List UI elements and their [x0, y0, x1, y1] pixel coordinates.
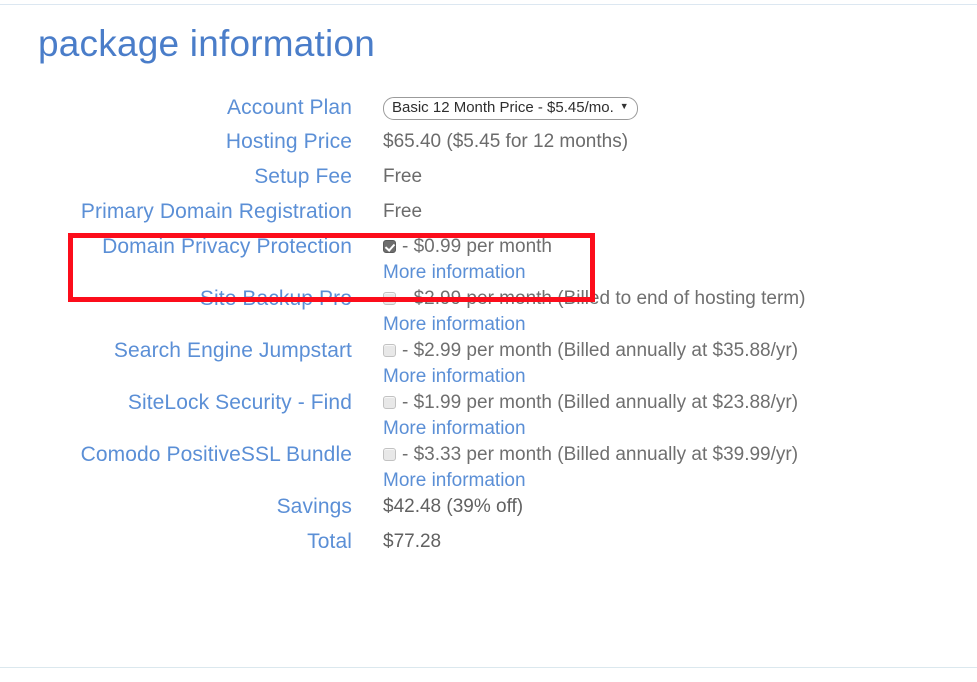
more-information-link-sitelock-security[interactable]: More information [352, 416, 526, 442]
price-sitelock-security: - $1.99 per month (Billed annually at $2… [402, 392, 799, 413]
label-site-backup-pro: Site Backup Pro [199, 287, 352, 310]
row-addon-site-backup-pro: Site Backup Pro - $2.99 per month (Bille… [0, 286, 977, 338]
more-information-link-domain-privacy-protection[interactable]: More information [352, 260, 526, 286]
more-info-row: More information [0, 364, 977, 390]
row-addon-sitelock-security: SiteLock Security - Find - $1.99 per mon… [0, 390, 977, 442]
addon-value-cell: - $3.33 per month (Billed annually at $3… [352, 442, 977, 468]
row-total: Total $77.28 [0, 529, 977, 564]
more-info-row: More information [0, 468, 977, 494]
value-savings: $42.48 (39% off) [383, 496, 524, 517]
addon-main-line: Site Backup Pro - $2.99 per month (Bille… [0, 286, 977, 312]
row-savings: Savings $42.48 (39% off) [0, 494, 977, 529]
top-divider [0, 4, 977, 5]
addon-value-cell: - $2.99 per month (Billed annually at $3… [352, 338, 977, 364]
label-savings: Savings [276, 495, 352, 518]
chevron-down-icon: ▼ [619, 101, 629, 111]
addon-main-line: SiteLock Security - Find - $1.99 per mon… [0, 390, 977, 416]
price-comodo-positivessl-bundle: - $3.33 per month (Billed annually at $3… [402, 444, 799, 465]
row-account-plan: Account Plan Basic 12 Month Price - $5.4… [0, 94, 977, 129]
value-total: $77.28 [383, 531, 442, 552]
addon-main-line: Comodo PositiveSSL Bundle - $3.33 per mo… [0, 442, 977, 468]
more-information-link-comodo-positivessl-bundle[interactable]: More information [352, 468, 526, 494]
label-domain-privacy-protection: Domain Privacy Protection [102, 235, 352, 258]
addon-value-cell: - $1.99 per month (Billed annually at $2… [352, 390, 977, 416]
more-info-row: More information [0, 416, 977, 442]
label-primary-domain-registration: Primary Domain Registration [80, 200, 352, 223]
checkbox-comodo-positivessl-bundle[interactable] [383, 448, 396, 461]
checkbox-domain-privacy-protection[interactable] [383, 240, 396, 253]
label-total: Total [307, 530, 352, 553]
bottom-divider [0, 667, 977, 668]
label-account-plan: Account Plan [227, 96, 352, 119]
addon-main-line: Domain Privacy Protection - $0.99 per mo… [0, 234, 977, 260]
label-comodo-positivessl-bundle: Comodo PositiveSSL Bundle [80, 443, 352, 466]
addon-value-cell: - $0.99 per month [352, 234, 977, 260]
package-details-table: Account Plan Basic 12 Month Price - $5.4… [0, 94, 977, 564]
price-search-engine-jumpstart: - $2.99 per month (Billed annually at $3… [402, 340, 799, 361]
price-domain-privacy-protection: - $0.99 per month [402, 236, 552, 257]
page-title: package information [38, 23, 375, 64]
price-site-backup-pro: - $2.99 per month (Billed to end of host… [402, 288, 806, 309]
label-sitelock-security: SiteLock Security - Find [127, 391, 352, 414]
more-information-link-search-engine-jumpstart[interactable]: More information [352, 364, 526, 390]
row-addon-domain-privacy-protection: Domain Privacy Protection - $0.99 per mo… [0, 234, 977, 286]
package-information-page: package information Account Plan Basic 1… [0, 0, 977, 682]
row-addon-comodo-positivessl-bundle: Comodo PositiveSSL Bundle - $3.33 per mo… [0, 442, 977, 494]
label-search-engine-jumpstart: Search Engine Jumpstart [113, 339, 352, 362]
label-setup-fee: Setup Fee [254, 165, 352, 188]
checkbox-site-backup-pro[interactable] [383, 292, 396, 305]
more-info-row: More information [0, 312, 977, 338]
row-primary-domain-registration: Primary Domain Registration Free [0, 199, 977, 234]
label-hosting-price: Hosting Price [225, 130, 352, 153]
checkbox-sitelock-security[interactable] [383, 396, 396, 409]
more-information-link-site-backup-pro[interactable]: More information [352, 312, 526, 338]
value-primary-domain-registration: Free [383, 201, 423, 222]
value-hosting-price: $65.40 ($5.45 for 12 months) [383, 131, 629, 152]
account-plan-value-cell: Basic 12 Month Price - $5.45/mo. ▼ [352, 94, 977, 120]
account-plan-selected-option: Basic 12 Month Price - $5.45/mo. [392, 99, 614, 116]
row-hosting-price: Hosting Price $65.40 ($5.45 for 12 month… [0, 129, 977, 164]
row-addon-search-engine-jumpstart: Search Engine Jumpstart - $2.99 per mont… [0, 338, 977, 390]
more-info-row: More information [0, 260, 977, 286]
addon-main-line: Search Engine Jumpstart - $2.99 per mont… [0, 338, 977, 364]
account-plan-select[interactable]: Basic 12 Month Price - $5.45/mo. ▼ [383, 96, 638, 120]
row-setup-fee: Setup Fee Free [0, 164, 977, 199]
value-setup-fee: Free [383, 166, 423, 187]
addon-value-cell: - $2.99 per month (Billed to end of host… [352, 286, 977, 312]
checkbox-search-engine-jumpstart[interactable] [383, 344, 396, 357]
